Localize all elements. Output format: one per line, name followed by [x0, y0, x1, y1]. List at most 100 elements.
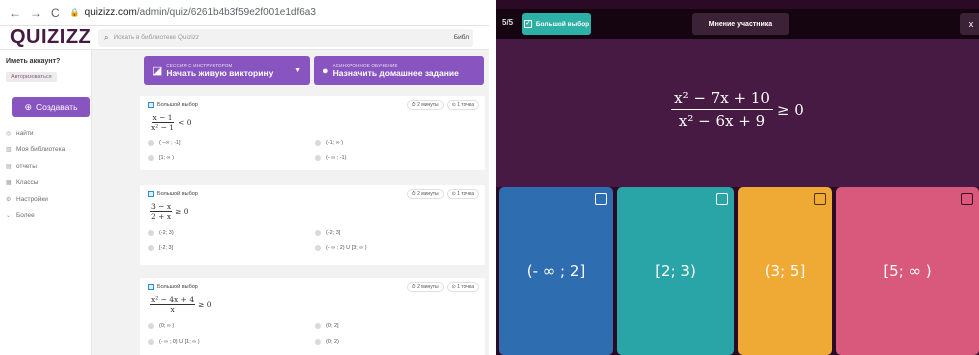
- question-type: Большой выбор: [148, 284, 198, 290]
- gear-icon: ⚙: [6, 196, 12, 203]
- option-dot-icon: [315, 339, 321, 345]
- player-topbar: 5/5 ✓ Большой выбор Мнение участника x: [496, 9, 979, 39]
- back-arrow-icon[interactable]: ←: [9, 6, 21, 20]
- relation: ≥ 0: [175, 207, 189, 216]
- time-badge[interactable]: ⏱ 2 минуты: [406, 100, 444, 110]
- sidebar-item-settings[interactable]: ⚙ Настройки: [6, 191, 91, 208]
- create-label: Создавать: [36, 102, 78, 112]
- question-card[interactable]: Большой выбор ⏱ 2 минуты ⊙ 1 точка x − 1…: [140, 96, 485, 170]
- answer-option: (-2; 3]: [315, 230, 340, 236]
- answer-option-4[interactable]: [5; ∞ ): [836, 187, 979, 355]
- numerator: 3 − x: [150, 202, 173, 212]
- live-session-label: Начать живую викторину: [166, 68, 274, 78]
- answer-option-1[interactable]: (- ∞ ; 2]: [499, 187, 613, 355]
- sidebar-item-library[interactable]: ▥ Моя библиотека: [6, 142, 91, 159]
- library-tab[interactable]: Библ: [454, 34, 469, 41]
- option-dot-icon: [148, 155, 154, 161]
- numerator: x² − 4x + 4: [150, 295, 196, 305]
- option-label: (- ∞ ; -1): [326, 155, 347, 161]
- sidebar-item-label: Моя библиотека: [16, 146, 66, 154]
- option-label: (- ∞ ; 2) U [3; ∞ ): [326, 245, 367, 251]
- participant-view-pane: 5/5 ✓ Большой выбор Мнение участника x x…: [496, 0, 979, 355]
- answer-option-3[interactable]: (3; 5]: [738, 187, 832, 355]
- assign-homework-button[interactable]: ● АСИНХРОННОЕ ОБУЧЕНИЕ Назначить домашне…: [314, 56, 484, 85]
- time-badge[interactable]: ⏱ 2 минуты: [406, 189, 444, 199]
- option-dot-icon: [148, 339, 154, 345]
- question-type: Большой выбор: [148, 102, 198, 108]
- answer-option: (-1; ∞ ): [315, 140, 343, 146]
- answer-option-2[interactable]: [2; 3): [617, 187, 734, 355]
- option-label: (0; ∞ ): [159, 323, 175, 329]
- sidebar-item-reports[interactable]: ▤ отчеты: [6, 158, 91, 175]
- quiz-editor-pane: ← → C 🔒 quizizz.com/admin/quiz/6261b4b3f…: [0, 0, 489, 355]
- question-meta: ⏱ 2 минуты ⊙ 1 точка: [404, 189, 479, 199]
- option-dot-icon: [315, 245, 321, 251]
- points-label: 1 точка: [457, 191, 474, 197]
- answer-option: (- ∞ ; 2) U [3; ∞ ): [315, 245, 367, 251]
- time-badge[interactable]: ⏱ 2 минуты: [406, 282, 444, 292]
- option-label: (-1; ∞ ): [326, 140, 344, 146]
- sidebar-item-label: Настройки: [16, 195, 48, 203]
- participant-opinion-button[interactable]: Мнение участника: [692, 13, 789, 35]
- points-badge[interactable]: ⊙ 1 точка: [446, 100, 479, 110]
- fraction: 3 − x2 + x: [150, 202, 173, 221]
- question-type-label: Большой выбор: [157, 191, 198, 197]
- start-live-quiz-button[interactable]: ◪ СЕССИЯ С ИНСТРУКТОРОМ Начать живую вик…: [144, 56, 310, 85]
- chevron-down-icon: ⌄: [6, 213, 12, 220]
- checkbox-icon[interactable]: [716, 193, 728, 205]
- question-card[interactable]: Большой выбор ⏱ 2 минуты ⊙ 1 точка x² − …: [140, 278, 485, 355]
- question-expression: x − 1 x² − 1 < 0: [150, 113, 192, 132]
- points-badge[interactable]: ⊙ 1 точка: [446, 189, 479, 199]
- question-meta: ⏱ 2 минуты ⊙ 1 точка: [404, 282, 479, 292]
- numerator: x² − 7x + 10: [671, 89, 773, 110]
- points-badge[interactable]: ⊙ 1 точка: [446, 282, 479, 292]
- quizizz-logo[interactable]: QUIZIZZ: [10, 26, 98, 49]
- option-label: [-2; 3]: [159, 245, 174, 251]
- forward-arrow-icon[interactable]: →: [30, 6, 42, 20]
- homework-caption: АСИНХРОННОЕ ОБУЧЕНИЕ: [332, 63, 398, 68]
- option-label: [1; ∞ ): [159, 155, 174, 161]
- browser-toolbar: ← → C 🔒 quizizz.com/admin/quiz/6261b4b3f…: [0, 0, 489, 26]
- answer-options: (- ∞ ; 2] [2; 3) (3; 5] [5; ∞ ): [496, 187, 979, 355]
- checkbox-icon[interactable]: [961, 193, 973, 205]
- option-dot-icon: [148, 323, 154, 329]
- library-icon: ▥: [6, 147, 12, 154]
- chevron-down-icon[interactable]: ▼: [294, 67, 301, 74]
- relation: ≥ 0: [198, 300, 212, 309]
- sidebar-item-label: отчеты: [16, 162, 37, 170]
- answer-label: (3; 5]: [764, 262, 806, 280]
- checkbox-icon: [148, 191, 154, 197]
- question-type-label: Большой выбор: [535, 20, 590, 28]
- sidebar-item-classes[interactable]: ▦ Классы: [6, 175, 91, 192]
- sidebar: Иметь аккаунт? Авторизоваться ⊕ Создават…: [0, 50, 92, 355]
- search-placeholder[interactable]: Искать в библиотеке Quizizz: [113, 34, 453, 41]
- create-button[interactable]: ⊕ Создавать: [12, 97, 90, 117]
- library-search[interactable]: ⌕ Искать в библиотеке Quizizz Библ: [98, 28, 473, 47]
- checkbox-icon: ✓: [523, 20, 532, 28]
- checkbox-icon[interactable]: [814, 193, 826, 205]
- reload-icon[interactable]: C: [51, 6, 60, 20]
- account-prompt: Иметь аккаунт?: [6, 58, 61, 65]
- sidebar-item-more[interactable]: ⌄ Более: [6, 208, 91, 225]
- sidebar-item-label: найти: [16, 129, 34, 137]
- time-label: 2 минуты: [417, 102, 439, 108]
- answer-option: (-2; 3): [148, 230, 174, 236]
- question-card[interactable]: Большой выбор ⏱ 2 минуты ⊙ 1 точка 3 − x…: [140, 185, 485, 265]
- option-dot-icon: [315, 155, 321, 161]
- option-label: (-2; 3): [159, 230, 174, 236]
- fraction: x² − 4x + 4x: [150, 295, 196, 314]
- homework-icon: ●: [322, 64, 329, 77]
- points-label: 1 точка: [457, 102, 474, 108]
- live-session-icon: ◪: [152, 65, 163, 77]
- time-label: 2 минуты: [417, 191, 439, 197]
- plus-circle-icon: ⊕: [24, 101, 33, 112]
- answer-option: (0; 2): [315, 339, 339, 345]
- relation: < 0: [178, 118, 192, 127]
- authorize-button[interactable]: Авторизоваться: [6, 72, 57, 82]
- address-bar[interactable]: 🔒 quizizz.com/admin/quiz/6261b4b3f59e2f0…: [70, 7, 316, 18]
- option-dot-icon: [315, 230, 321, 236]
- checkbox-icon[interactable]: [595, 193, 607, 205]
- question-type-button[interactable]: ✓ Большой выбор: [522, 13, 591, 35]
- close-icon[interactable]: x: [960, 13, 979, 35]
- sidebar-item-find[interactable]: ◎ найти: [6, 125, 91, 142]
